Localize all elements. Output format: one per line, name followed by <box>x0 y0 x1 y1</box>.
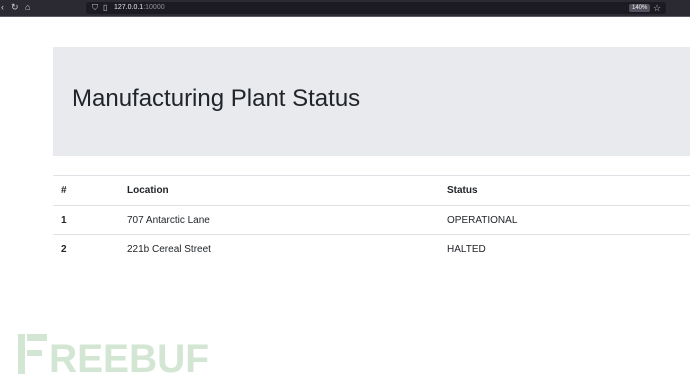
home-icon[interactable]: ⌂ <box>25 2 30 13</box>
row-status: HALTED <box>447 243 486 255</box>
address-bar[interactable]: ⛉ ▯ 127.0.0.1:10000 140% ☆ <box>86 2 666 14</box>
table-row: 1 707 Antarctic Lane OPERATIONAL <box>53 206 690 235</box>
url-host: 127.0.0.1 <box>114 4 144 11</box>
column-header-status: Status <box>439 175 690 206</box>
url-port: :10000 <box>143 4 165 11</box>
browser-toolbar: ‹ ↻ ⌂ ⛉ ▯ 127.0.0.1:10000 140% ☆ <box>0 0 690 16</box>
page-icon: ▯ <box>103 3 108 12</box>
row-number: 1 <box>61 214 67 226</box>
table-header-row: # Location Status <box>53 175 690 206</box>
row-location: 707 Antarctic Lane <box>127 214 210 226</box>
zoom-level-badge[interactable]: 140% <box>629 4 651 12</box>
row-location: 221b Cereal Street <box>127 243 211 255</box>
column-header-location: Location <box>119 175 439 206</box>
freebuf-watermark-logo: REEBUF <box>18 334 209 376</box>
svg-text:REEBUF: REEBUF <box>49 337 209 376</box>
shield-icon[interactable]: ⛉ <box>92 2 98 14</box>
back-icon[interactable]: ‹ <box>1 2 4 13</box>
page-title: Manufacturing Plant Status <box>72 85 361 112</box>
column-header-number: # <box>53 175 119 206</box>
star-icon[interactable]: ☆ <box>653 2 661 14</box>
plant-status-table: # Location Status 1 707 Antarctic Lane O… <box>53 175 690 264</box>
table-row: 2 221b Cereal Street HALTED <box>53 235 690 264</box>
toolbar-divider <box>0 16 690 17</box>
row-number: 2 <box>61 243 67 255</box>
reload-icon[interactable]: ↻ <box>11 2 19 13</box>
header-banner: Manufacturing Plant Status <box>53 47 690 156</box>
url-text[interactable]: 127.0.0.1:10000 <box>114 2 165 14</box>
row-status: OPERATIONAL <box>447 214 518 226</box>
